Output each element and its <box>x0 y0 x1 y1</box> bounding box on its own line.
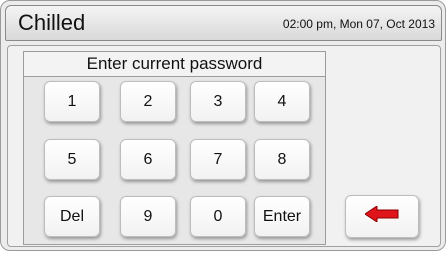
key-1[interactable]: 1 <box>44 81 100 122</box>
key-7[interactable]: 7 <box>190 139 246 180</box>
date-time: 02:00 pm, Mon 07, Oct 2013 <box>282 17 435 31</box>
key-6[interactable]: 6 <box>120 139 176 180</box>
device-screen: Chilled 02:00 pm, Mon 07, Oct 2013 Enter… <box>0 0 446 251</box>
key-5[interactable]: 5 <box>44 139 100 180</box>
key-9[interactable]: 9 <box>120 196 176 237</box>
back-button[interactable] <box>345 195 419 238</box>
key-4[interactable]: 4 <box>254 81 310 122</box>
password-prompt: Enter current password <box>24 52 325 77</box>
key-0[interactable]: 0 <box>190 196 246 237</box>
key-del[interactable]: Del <box>44 196 100 237</box>
app-title: Chilled <box>18 10 86 35</box>
title-bar: Chilled 02:00 pm, Mon 07, Oct 2013 <box>5 5 442 41</box>
left-arrow-icon <box>364 205 399 227</box>
key-2[interactable]: 2 <box>120 81 176 122</box>
key-3[interactable]: 3 <box>190 81 246 122</box>
key-8[interactable]: 8 <box>254 139 310 180</box>
key-enter[interactable]: Enter <box>254 196 310 237</box>
